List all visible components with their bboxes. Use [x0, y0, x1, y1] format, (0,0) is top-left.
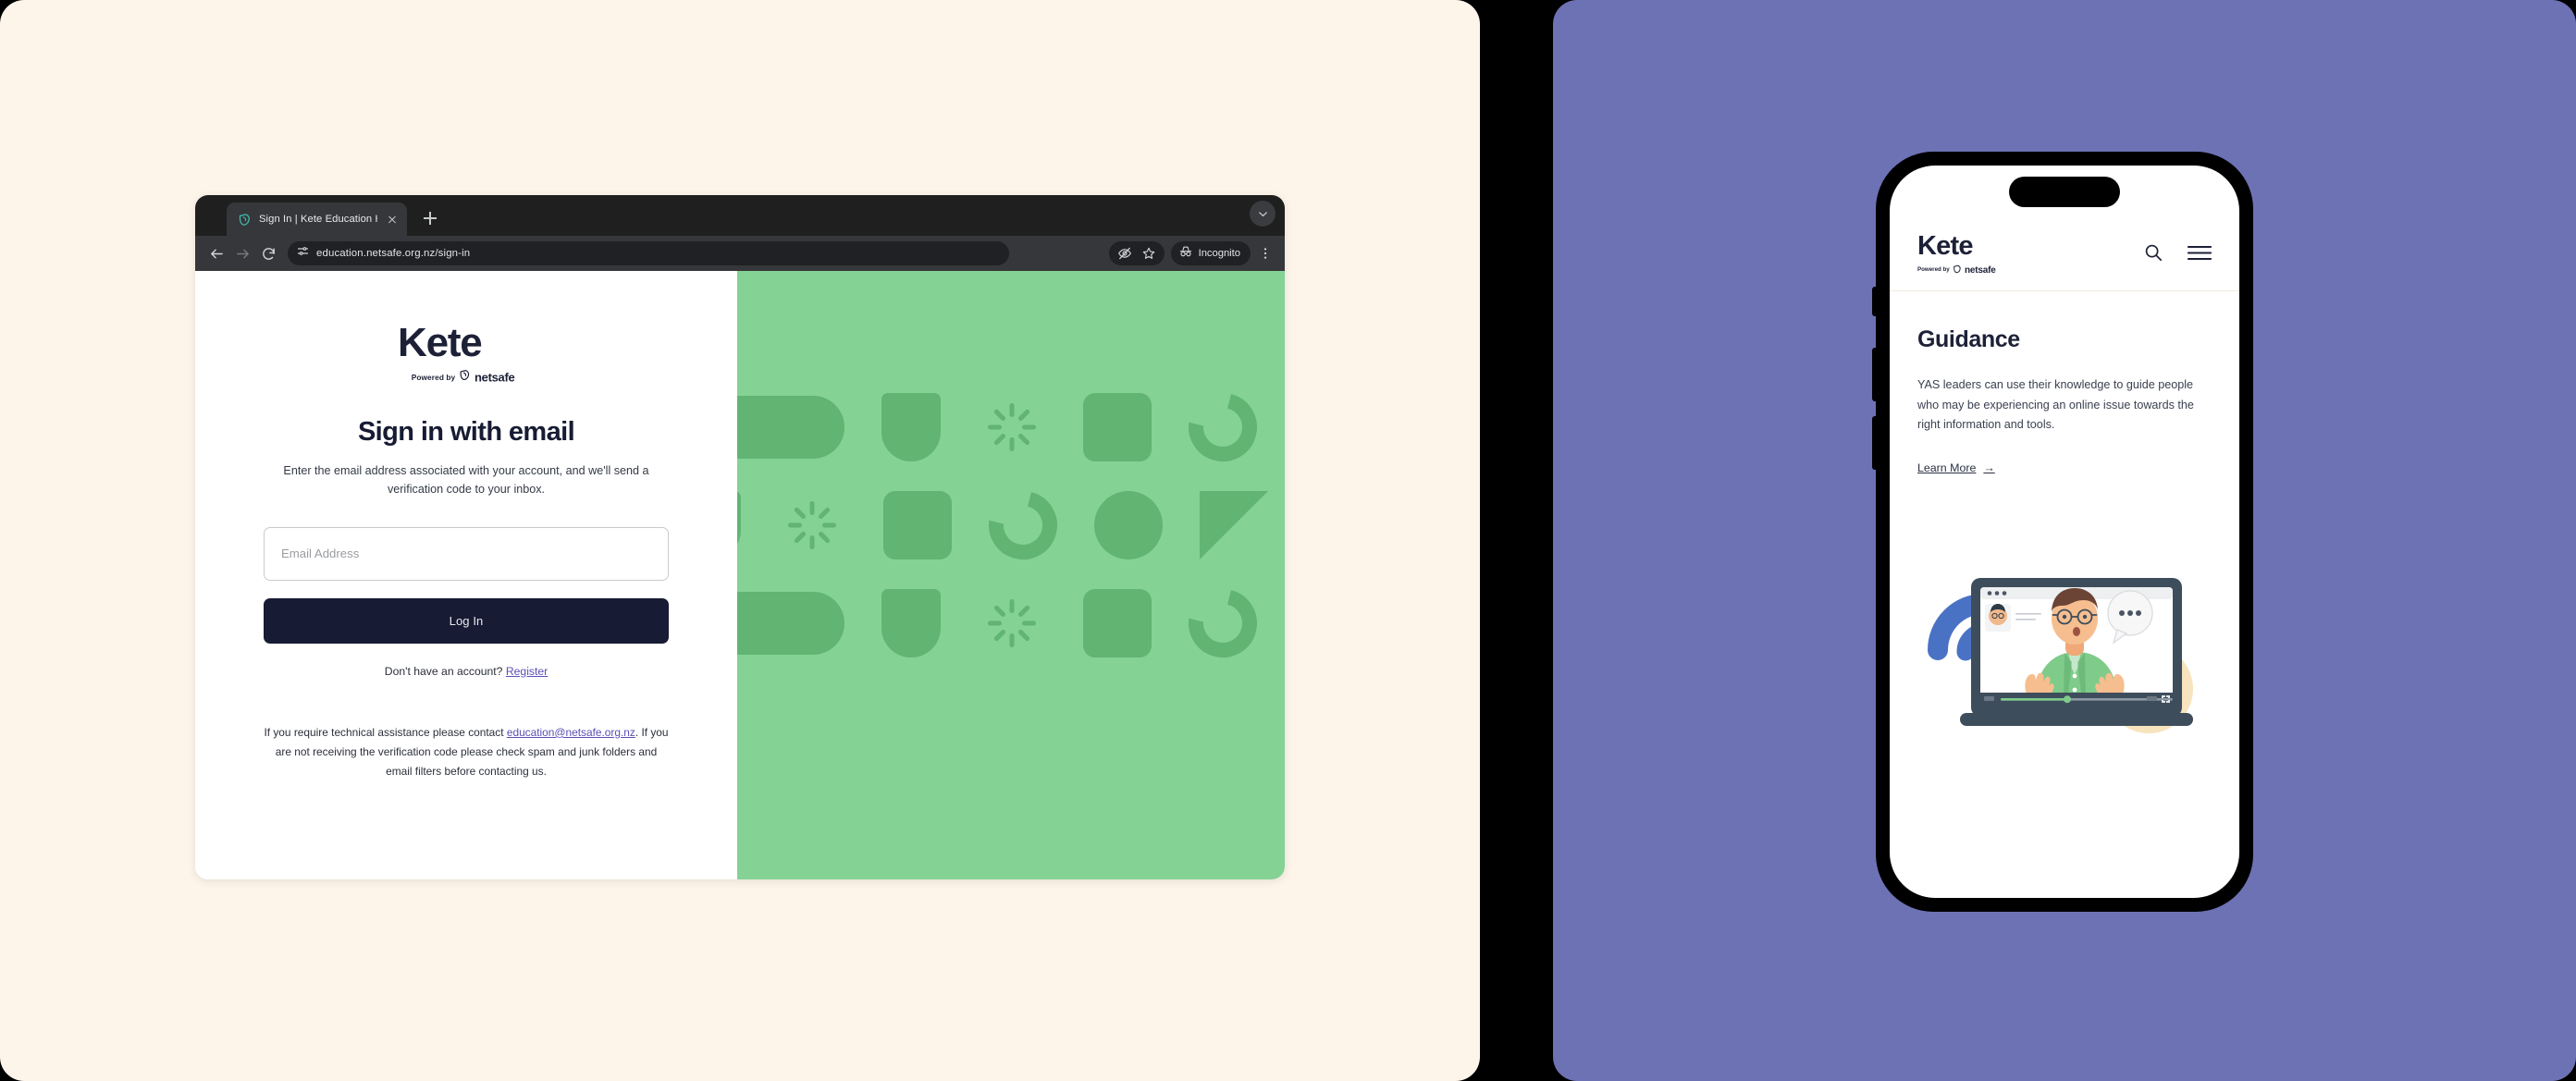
pattern-shape-square — [883, 491, 952, 559]
phone-netsafe-wordmark: netsafe — [1965, 265, 1996, 275]
support-email-link[interactable]: education@netsafe.org.nz — [507, 726, 635, 739]
forward-icon[interactable] — [230, 241, 254, 265]
register-prompt: Don't have an account? — [384, 664, 503, 678]
browser-tab-title: Sign In | Kete Education Hub — [259, 214, 377, 225]
phone-volume-up-button[interactable] — [1872, 348, 1876, 401]
pattern-shape-arc — [1189, 393, 1257, 461]
chevron-down-icon[interactable] — [1250, 201, 1276, 227]
browser-tab[interactable]: Sign In | Kete Education Hub — [227, 203, 407, 236]
pattern-shape-pill — [737, 592, 844, 655]
close-icon[interactable] — [385, 212, 400, 227]
svg-text:Kete: Kete — [1917, 232, 1973, 260]
browser-tab-strip: Sign In | Kete Education Hub — [195, 195, 1285, 236]
phone-volume-down-button[interactable] — [1872, 416, 1876, 470]
phone-mockup: Kete Powered by netsafe Guidance YAS lea… — [1872, 152, 2253, 912]
phone-dynamic-island — [2009, 177, 2120, 207]
phone-powered-by: Powered by netsafe — [1917, 262, 2000, 278]
phone-screen: Kete Powered by netsafe Guidance YAS lea… — [1890, 166, 2239, 898]
right-purple-panel: Kete Powered by netsafe Guidance YAS lea… — [1553, 0, 2576, 1081]
new-tab-icon[interactable] — [420, 208, 440, 228]
phone-powered-by-label: Powered by — [1917, 266, 1950, 273]
netsafe-shield-favicon — [238, 213, 252, 227]
email-input[interactable] — [264, 526, 669, 581]
netsafe-wordmark: netsafe — [475, 371, 515, 384]
svg-text:netsafe: netsafe — [475, 371, 514, 384]
learn-more-link[interactable]: Learn More → — [1917, 461, 1995, 474]
incognito-icon — [1178, 244, 1193, 264]
help-text: If you require technical assistance plea… — [263, 723, 670, 781]
address-bar-url: education.netsafe.org.nz/sign-in — [316, 248, 471, 259]
reload-icon[interactable] — [256, 241, 280, 265]
pattern-row — [737, 589, 1257, 657]
kete-logo: Kete Powered by netsafe — [398, 320, 535, 386]
browser-toolbar-right: Incognito — [1108, 241, 1276, 265]
toolbar-pill-group — [1108, 241, 1165, 265]
address-bar[interactable]: education.netsafe.org.nz/sign-in — [288, 241, 1009, 265]
pattern-row — [737, 393, 1257, 461]
phone-kete-wordmark: Kete — [1917, 232, 1974, 260]
phone-content: Guidance YAS leaders can use their knowl… — [1890, 291, 2239, 752]
hamburger-menu-icon[interactable] — [2187, 244, 2212, 266]
netsafe-shield-icon — [459, 369, 471, 386]
back-icon[interactable] — [204, 241, 228, 265]
pattern-shape-arc — [989, 491, 1057, 559]
page-content: Kete Powered by netsafe Sign in with ema… — [195, 271, 1285, 879]
browser-window: Sign In | Kete Education Hub — [195, 195, 1285, 879]
page-title: Sign in with email — [357, 417, 575, 447]
powered-by-label: Powered by — [411, 373, 456, 382]
incognito-badge[interactable]: Incognito — [1170, 241, 1251, 265]
search-icon[interactable] — [2143, 242, 2163, 267]
svg-text:Kete: Kete — [398, 323, 482, 365]
learn-more-label: Learn More — [1917, 461, 1977, 474]
eye-slash-icon[interactable] — [1114, 242, 1136, 264]
pattern-shape-shield — [881, 393, 941, 461]
decorative-pattern-panel — [737, 271, 1285, 879]
pattern-shape-burst — [778, 491, 846, 559]
laptop-video-call-illustration — [1917, 511, 2212, 752]
phone-page-title: Guidance — [1917, 326, 2020, 352]
pattern-shape-square — [1083, 589, 1152, 657]
pattern-shape-shield — [737, 491, 741, 559]
bookmark-star-icon[interactable] — [1138, 242, 1160, 264]
incognito-label: Incognito — [1198, 248, 1240, 259]
tune-icon[interactable] — [296, 244, 310, 263]
browser-toolbar: education.netsafe.org.nz/sign-in Incogni… — [195, 236, 1285, 271]
arrow-right-icon: → — [1983, 461, 1995, 474]
powered-by-netsafe: Powered by netsafe — [412, 369, 522, 386]
kete-wordmark: Kete — [398, 320, 535, 365]
screenshot-canvas: Sign In | Kete Education Hub — [0, 0, 2576, 1081]
browser-menu-icon[interactable] — [1255, 243, 1276, 264]
phone-silence-switch[interactable] — [1872, 287, 1876, 316]
phone-netsafe-shield-icon — [1953, 262, 1962, 278]
pattern-shape-burst — [978, 589, 1046, 657]
pattern-shape-arc — [1189, 589, 1257, 657]
signin-subtitle: Enter the email address associated with … — [283, 464, 649, 496]
pattern-shape-burst — [978, 393, 1046, 461]
pattern-shape-pill — [737, 396, 844, 459]
phone-header-actions — [2143, 242, 2212, 267]
pattern-shape-square — [1083, 393, 1152, 461]
left-cream-panel: Sign In | Kete Education Hub — [0, 0, 1480, 1081]
pattern-row — [737, 491, 1268, 559]
pattern-shape-circle — [1094, 491, 1163, 559]
register-link[interactable]: Register — [506, 665, 548, 678]
signin-column: Kete Powered by netsafe Sign in with ema… — [195, 271, 737, 879]
pattern-shape-shield — [881, 589, 941, 657]
phone-kete-logo[interactable]: Kete Powered by netsafe — [1917, 232, 2000, 278]
pattern-shape-triangle — [1200, 491, 1268, 559]
phone-body-text: YAS leaders can use their knowledge to g… — [1917, 378, 2194, 432]
login-button[interactable]: Log In — [264, 597, 669, 644]
register-row: Don't have an account? Register — [385, 665, 548, 678]
help-text-before: If you require technical assistance plea… — [264, 725, 507, 739]
phone-header: Kete Powered by netsafe — [1890, 219, 2239, 291]
svg-text:netsafe: netsafe — [1965, 265, 1996, 275]
